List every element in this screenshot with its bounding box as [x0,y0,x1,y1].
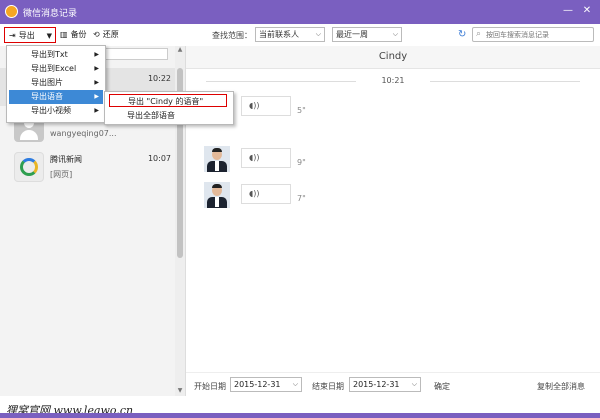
voice-message[interactable]: ◖)) 7" [204,182,404,212]
start-date-picker[interactable]: 2015-12-31 ⌵ [230,377,302,392]
search-icon: ⌕ [476,29,482,39]
voice-message[interactable]: ◖)) 9" [204,146,404,176]
menu-item-export-txt[interactable]: 导出到Txt ▶ [9,48,103,62]
contact-name: 腾讯新闻 [50,155,82,164]
contact-subtitle: wangyeqing07... [50,129,117,138]
export-icon: ⇥ [9,31,16,40]
menu-item-label: 导出到Excel [31,64,77,73]
close-button[interactable]: ✕ [580,4,594,18]
minimize-button[interactable]: — [561,4,575,18]
submenu-arrow-icon: ▶ [94,79,99,86]
confirm-button[interactable]: 确定 [434,381,450,392]
voice-duration: 5" [297,106,306,115]
voice-duration: 9" [297,158,306,167]
window-bottom-border [0,413,600,418]
contact-time: 10:07 [147,154,171,163]
time-separator: 10:21 [186,76,600,85]
chevron-down-icon: ⌵ [315,30,321,38]
menu-item-export-all-voice[interactable]: 导出全部语音 [109,109,227,122]
scope-select[interactable]: 当前联系人 ⌵ [255,27,325,42]
scroll-down-icon[interactable]: ▼ [175,387,185,394]
avatar [204,182,230,208]
menu-item-label: 导出图片 [31,78,63,87]
menu-item-export-images[interactable]: 导出图片 ▶ [9,76,103,90]
chevron-down-icon: ⌵ [292,380,298,388]
contact-time: 10:22 [147,74,171,83]
menu-item-export-cindy-voice[interactable]: 导出 "Cindy 的语音" [109,94,227,107]
menu-item-export-video[interactable]: 导出小视频 ▶ [9,104,103,118]
voice-bubble[interactable]: ◖)) [241,148,291,168]
voice-message[interactable]: ◖)) 5" [204,94,404,124]
toolbar: ⇥ 导出 ▼ ▥ 备份 ⟲ 还原 查找范围： 当前联系人 ⌵ 最近一周 ⌵ ↻ ⌕ [0,24,600,47]
search-input[interactable] [486,29,590,40]
menu-item-label: 导出到Txt [31,50,68,59]
period-select-value: 最近一周 [336,30,368,39]
voice-wave-icon: ◖)) [249,189,260,198]
scope-select-value: 当前联系人 [259,30,299,39]
submenu-arrow-icon: ▶ [94,107,99,114]
export-button[interactable]: ⇥ 导出 ▼ [4,27,56,43]
menu-item-label: 导出语音 [31,92,63,101]
export-menu: 导出到Txt ▶ 导出到Excel ▶ 导出图片 ▶ 导出语音 ▶ 导出小视频 ▶ [6,45,106,123]
copy-all-button[interactable]: 复制全部消息 [537,381,585,392]
message-search[interactable]: ⌕ [472,27,594,42]
voice-wave-icon: ◖)) [249,101,260,110]
submenu-arrow-icon: ▶ [94,93,99,100]
end-date-picker[interactable]: 2015-12-31 ⌵ [349,377,421,392]
refresh-icon[interactable]: ↻ [458,29,466,40]
window-title: 微信消息记录 [23,9,78,19]
menu-item-export-voice[interactable]: 导出语音 ▶ [9,90,103,104]
menu-item-export-excel[interactable]: 导出到Excel ▶ [9,62,103,76]
submenu-arrow-icon: ▶ [94,51,99,58]
backup-button[interactable]: ▥ 备份 [60,27,87,43]
contact-item-tencent-news[interactable]: 腾讯新闻 [网页] 10:07 [0,148,175,186]
chat-pane: Cindy 10:21 ◖)) 5" ◖)) 9" ◖)) 7" [186,46,600,372]
restore-button[interactable]: ⟲ 还原 [93,27,119,43]
voice-export-submenu: 导出 "Cindy 的语音" 导出全部语音 [104,91,234,125]
chat-contact-name: Cindy [186,46,600,69]
submenu-arrow-icon: ▶ [94,65,99,72]
start-date-value: 2015-12-31 [234,380,281,389]
restore-icon: ⟲ [93,30,100,39]
chevron-down-icon: ⌵ [411,380,417,388]
backup-label: 备份 [70,30,87,39]
date-filter-bar: 开始日期 2015-12-31 ⌵ 结束日期 2015-12-31 ⌵ 确定 复… [186,372,600,397]
backup-icon: ▥ [60,30,68,39]
chevron-down-icon: ⌵ [392,30,398,38]
voice-wave-icon: ◖)) [249,153,260,162]
chevron-down-icon: ▼ [46,32,52,40]
title-bar: 微信消息记录 — ✕ [0,0,600,24]
end-date-value: 2015-12-31 [353,380,400,389]
export-label: 导出 [18,31,35,40]
start-date-label: 开始日期 [194,382,226,391]
scope-label: 查找范围： [212,31,252,40]
voice-bubble[interactable]: ◖)) [241,96,291,116]
tencent-news-icon [14,152,44,182]
app-icon [5,5,18,18]
avatar [204,146,230,172]
period-select[interactable]: 最近一周 ⌵ [332,27,402,42]
scroll-up-icon[interactable]: ▲ [175,46,185,53]
contact-subtitle: [网页] [50,170,73,179]
restore-label: 还原 [102,30,119,39]
end-date-label: 结束日期 [312,382,344,391]
menu-item-label: 导出小视频 [31,106,71,115]
voice-duration: 7" [297,194,306,203]
voice-bubble[interactable]: ◖)) [241,184,291,204]
